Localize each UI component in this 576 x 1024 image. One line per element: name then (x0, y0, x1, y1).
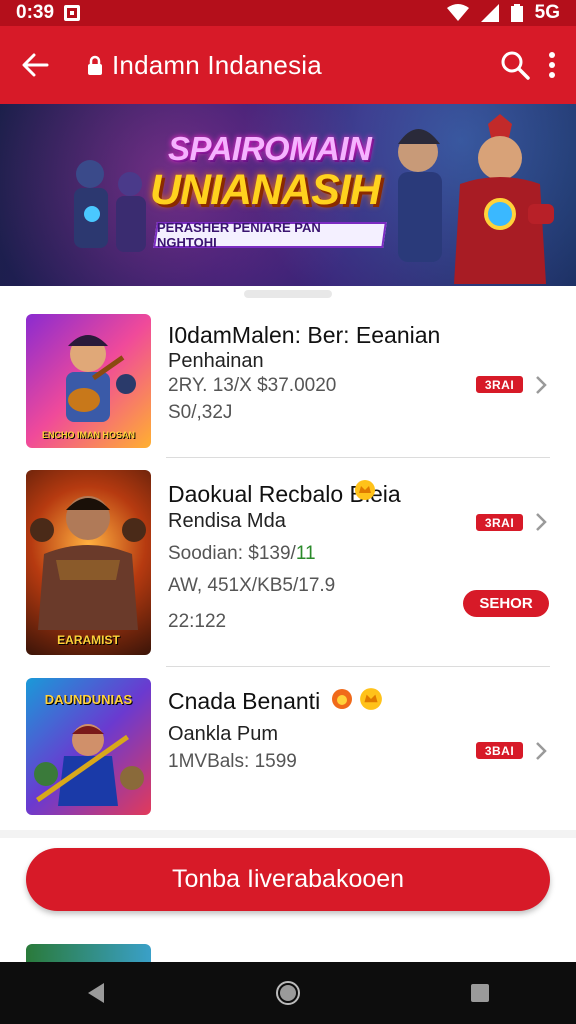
warrior-artwork (30, 496, 146, 630)
thumbnail-caption: DAUNDUNIAS (44, 692, 133, 707)
item-meta-tertiary: 22:122 (168, 611, 227, 632)
nav-recents-button[interactable] (460, 973, 500, 1013)
item-meta-text: Soodian: $139/ (168, 543, 296, 564)
status-bar: 0:39 5G (0, 0, 576, 26)
thumbnail-caption: EARAMIST (57, 633, 120, 647)
network-type: 5G (534, 2, 560, 23)
thumbnail-caption: ENCHO IMAN HOSAN (41, 430, 135, 440)
item-meta-highlight: 11 (295, 543, 316, 564)
section-gap (0, 830, 576, 838)
item-badge: 3RAI (476, 514, 523, 531)
square-recents-icon (471, 984, 489, 1002)
banner-hero-characters (398, 114, 554, 284)
nav-back-button[interactable] (76, 973, 116, 1013)
signal-icon (480, 4, 499, 22)
triangle-back-icon (88, 983, 104, 1003)
wifi-icon (446, 4, 469, 21)
more-vert-icon[interactable] (548, 52, 556, 78)
game-thumbnail: EARAMIST (26, 470, 151, 655)
item-badge: 3RAI (476, 376, 523, 393)
item-badge: 3BAI (476, 742, 523, 759)
item-title: Cnada Benanti (168, 688, 321, 714)
banner-robot-figures (74, 160, 146, 252)
notification-icon (64, 5, 81, 21)
chevron-right-icon[interactable] (534, 512, 548, 532)
next-item-preview (26, 944, 151, 964)
app-bar: Indamn Indanesia (0, 26, 576, 104)
item-title: I0damMalen: Ber: Eeanian (168, 322, 441, 348)
banner-subtitle: PERASHER PENIARE PAN NGHTOHI (153, 220, 387, 250)
chevron-right-icon[interactable] (534, 375, 548, 395)
page-title: Indamn Indanesia (112, 49, 322, 80)
banner-subtitle-text: PERASHER PENIARE PAN NGHTOHI (157, 220, 321, 250)
item-action-button[interactable]: SEHOR (463, 590, 549, 617)
chevron-right-icon[interactable] (534, 741, 548, 761)
status-time: 0:39 (16, 2, 55, 23)
game-thumbnail: DAUNDUNIAS (26, 678, 151, 815)
item-meta-secondary: AW, 451X/KB5/17.9 (168, 575, 336, 596)
game-thumbnail: ENCHO IMAN HOSAN (26, 314, 151, 448)
circle-home-icon (276, 981, 300, 1005)
system-nav-bar (0, 962, 576, 1024)
crown-emoji-icon (355, 480, 375, 500)
item-meta: 1MVBals: 1599 (168, 751, 297, 772)
item-divider (166, 666, 550, 667)
primary-cta-button[interactable]: Tonba Iiverabakooen (26, 848, 550, 911)
item-subtitle: Oankla Pum (168, 723, 279, 745)
banner-headline-top: SPAIROMAIN (168, 130, 372, 167)
lock-icon (88, 55, 102, 75)
promo-banner[interactable]: SPAIROMAIN UNIANASIH PERASHER PENIARE PA… (0, 104, 576, 286)
item-divider (166, 457, 550, 458)
guitarist-artwork (66, 335, 136, 422)
banner-headline-main: UNIANASIH (150, 166, 381, 214)
fire-emoji-icon (332, 689, 352, 709)
crown-emoji-icon (360, 688, 382, 710)
drag-handle[interactable] (244, 290, 332, 298)
battery-icon (510, 4, 523, 22)
back-button[interactable] (0, 26, 70, 104)
item-meta: Soodian: $139/11 (168, 543, 316, 565)
search-icon[interactable] (500, 50, 530, 80)
arrow-left-icon (22, 53, 49, 77)
item-meta-secondary: S0/,32J (168, 402, 233, 423)
item-meta: 2RY. 13/X $37.0020 (168, 375, 337, 396)
nav-home-button[interactable] (268, 973, 308, 1013)
item-subtitle: Penhainan (168, 350, 264, 372)
item-subtitle: Rendisa Mda (168, 510, 286, 532)
